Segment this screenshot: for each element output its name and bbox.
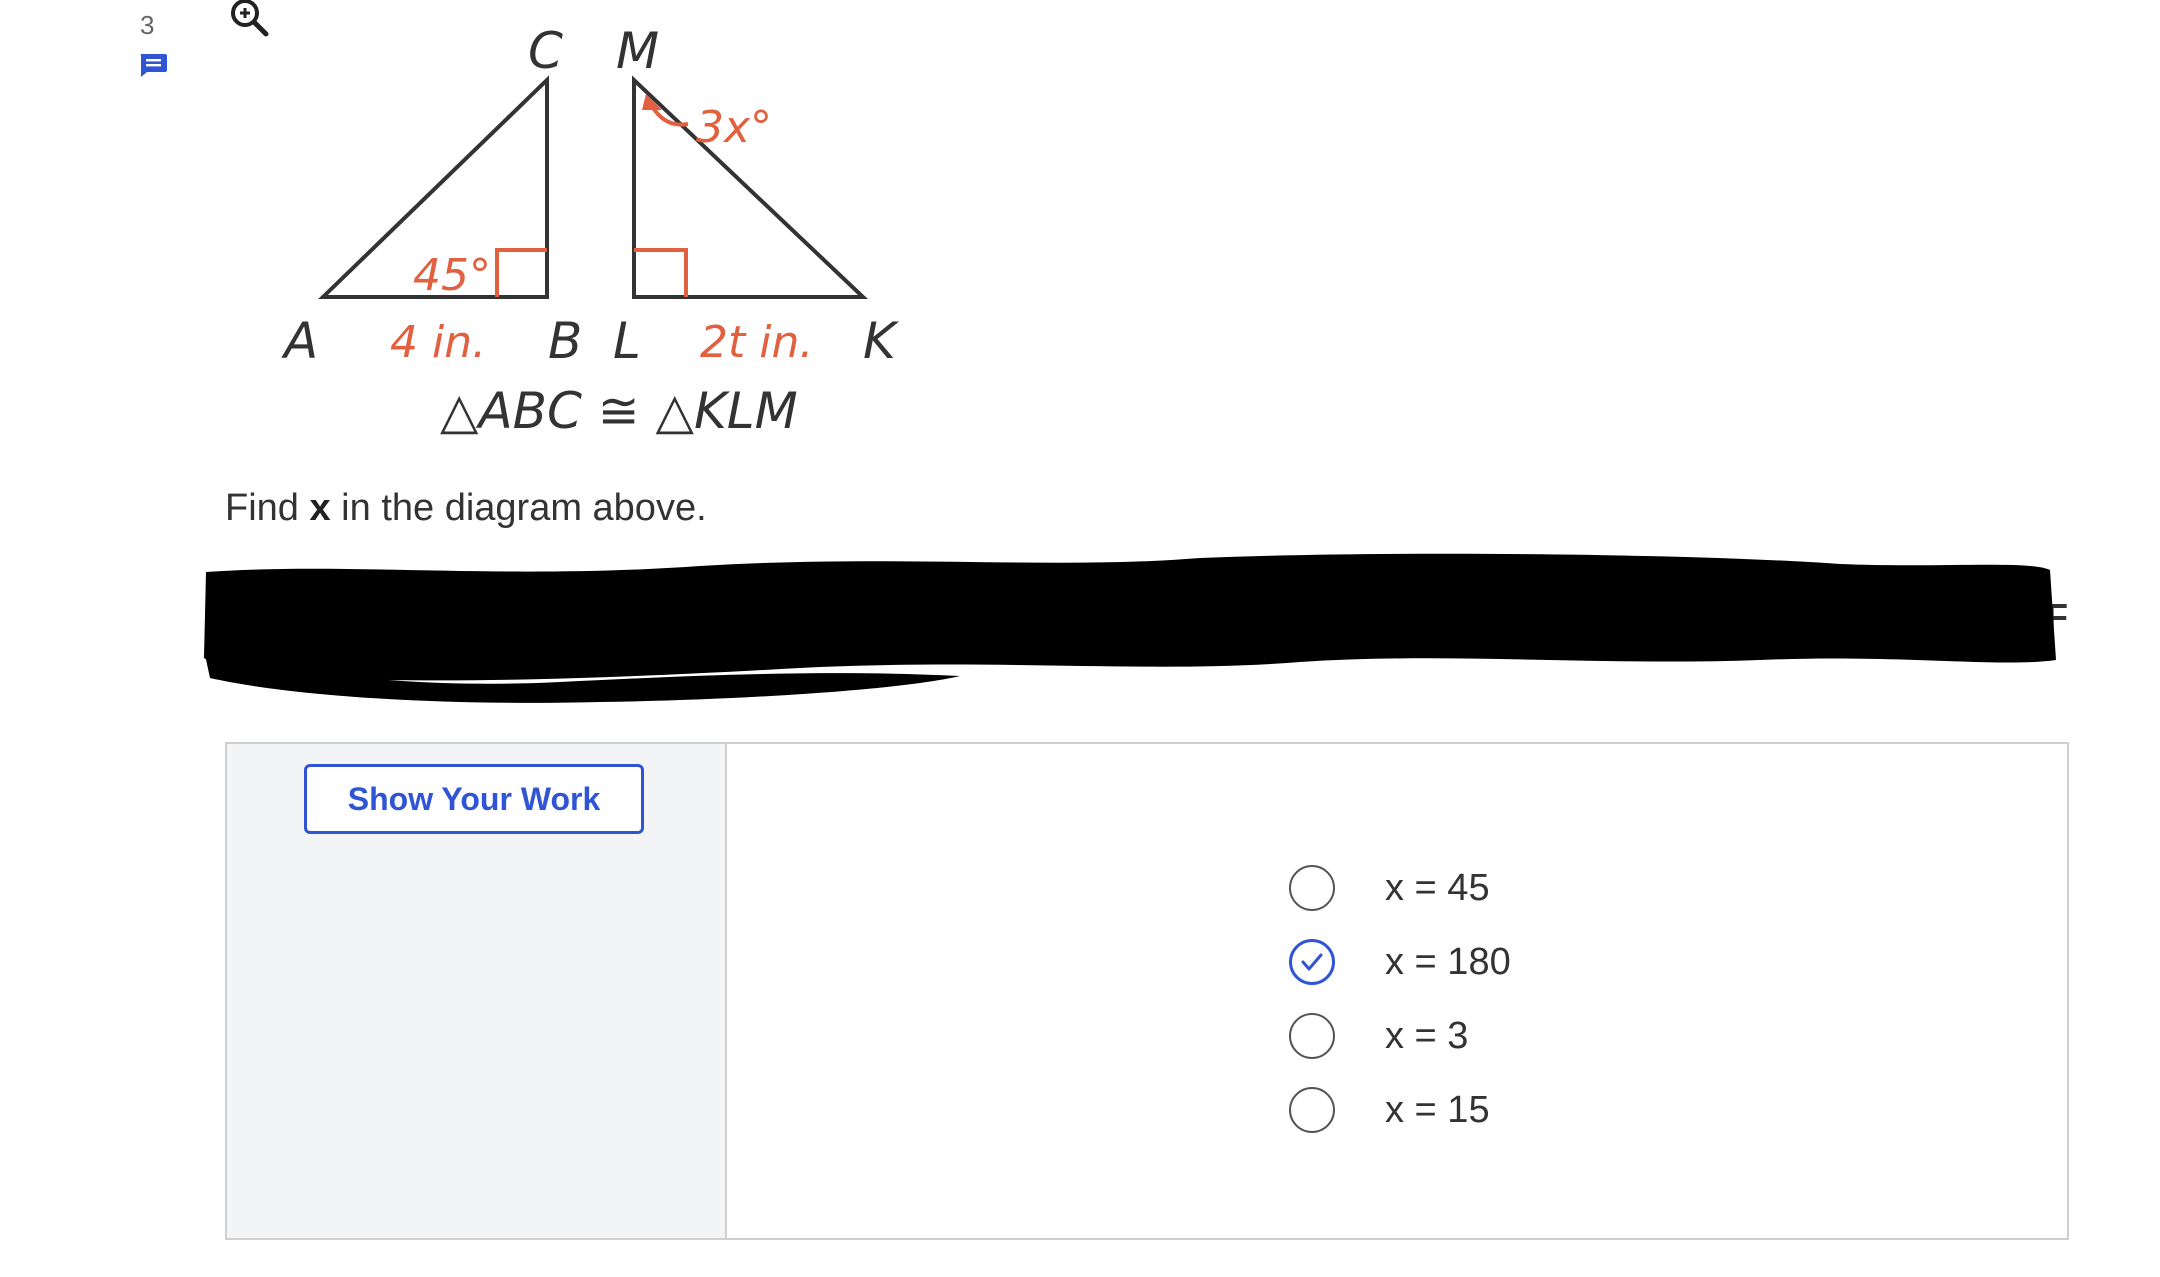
vertex-label-c: C [528,22,563,80]
prompt-text-after: in the diagram above. [330,487,707,529]
show-your-work-button[interactable]: Show Your Work [304,764,644,834]
side-label-lk: 2t in. [700,317,813,368]
angle-label-m: 3x° [696,102,772,153]
vertex-label-m: M [616,22,659,80]
congruent-triangles-diagram: C M A B L K 45° 3x° 4 in. 2t in. △ABC ≅ … [281,22,900,440]
vertex-label-b: B [548,312,582,370]
checkmark-icon [1301,953,1323,971]
question-page: 3 C M A B L K 45° 3x° 4 in. 2t in. △ABC [0,0,2160,1277]
question-prompt: Find x in the diagram above. [225,487,707,530]
radio-button-unchecked[interactable] [1289,1087,1335,1133]
congruence-statement: △ABC ≅ △KLM [440,382,798,440]
choice-label: x = 180 [1385,940,1511,983]
choice-option-1[interactable]: x = 45 [1289,860,1490,916]
vertex-label-l: L [613,312,641,370]
right-angle-mark-b [495,248,547,297]
right-angle-mark-l [634,248,688,297]
answer-area: Show Your Work x = 45 x = 180 x = 3 x = … [225,742,2069,1240]
radio-button-unchecked[interactable] [1289,865,1335,911]
vertex-label-a: A [281,312,318,370]
radio-button-checked[interactable] [1289,939,1335,985]
show-work-panel: Show Your Work [227,744,727,1238]
angle-label-a: 45° [413,250,491,301]
choice-option-4[interactable]: x = 15 [1289,1082,1490,1138]
prompt-variable: x [309,487,331,529]
choice-option-2[interactable]: x = 180 [1289,934,1511,990]
zoom-in-icon[interactable] [228,0,272,38]
redaction-scribble [204,553,2056,703]
choice-label: x = 15 [1385,1088,1490,1131]
vertex-label-k: K [863,312,900,370]
radio-button-unchecked[interactable] [1289,1013,1335,1059]
comment-icon[interactable] [138,52,168,78]
answer-choices: x = 45 x = 180 x = 3 x = 15 [727,744,2067,1238]
choice-label: x = 45 [1385,866,1490,909]
prompt-text-before: Find [225,487,310,529]
side-label-ab: 4 in. [390,317,486,368]
choice-option-3[interactable]: x = 3 [1289,1008,1468,1064]
question-number: 3 [140,10,155,40]
choice-label: x = 3 [1385,1014,1469,1057]
